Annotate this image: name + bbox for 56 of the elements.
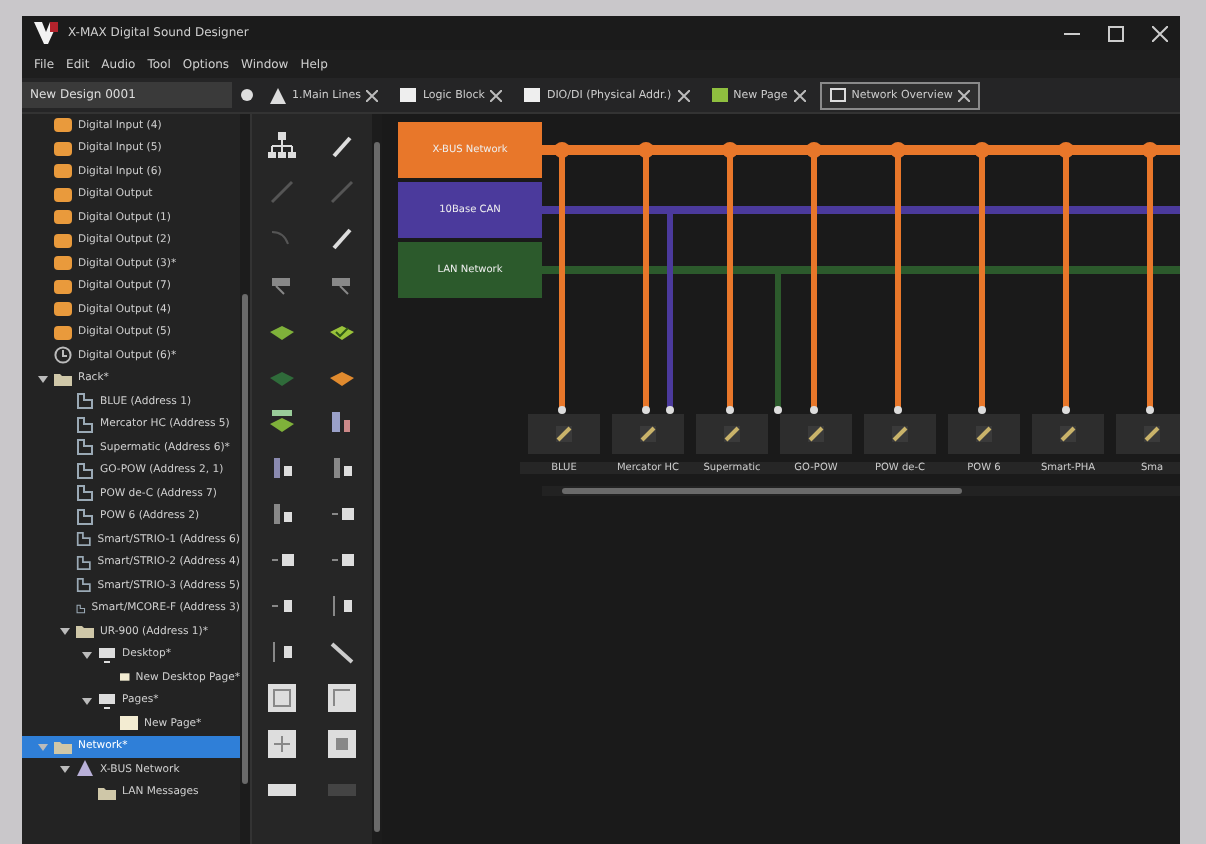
tool-icon[interactable] xyxy=(268,729,296,757)
tool-icon[interactable] xyxy=(328,407,356,435)
tool-icon[interactable] xyxy=(268,407,296,435)
close-icon[interactable] xyxy=(490,89,503,101)
device-node[interactable] xyxy=(528,414,600,454)
tool-icon[interactable] xyxy=(328,591,356,619)
device-node[interactable] xyxy=(696,414,768,454)
scrollbar[interactable] xyxy=(372,114,382,844)
expanded-caret-icon[interactable] xyxy=(82,649,92,660)
tool-icon[interactable] xyxy=(268,637,296,665)
horizontal-scrollbar[interactable] xyxy=(542,486,1180,496)
maximize-icon[interactable] xyxy=(1108,25,1124,41)
tool-icon[interactable] xyxy=(328,729,356,757)
expanded-caret-icon[interactable] xyxy=(38,373,48,384)
tool-icon[interactable] xyxy=(268,683,296,711)
monitor-icon xyxy=(98,691,116,710)
device-icon xyxy=(554,424,574,444)
folder-icon xyxy=(54,369,72,388)
device-icon xyxy=(1142,424,1162,444)
tool-icon[interactable] xyxy=(328,453,356,481)
app-logo-icon xyxy=(34,22,58,44)
tool-icon[interactable] xyxy=(268,499,296,527)
device-icon xyxy=(806,424,826,444)
folder-icon xyxy=(54,737,72,756)
device-icon xyxy=(974,424,994,444)
device-node[interactable] xyxy=(1032,414,1104,454)
tool-icon[interactable] xyxy=(268,131,296,159)
device-icon xyxy=(1058,424,1078,444)
device-node[interactable] xyxy=(1116,414,1180,454)
device-node[interactable] xyxy=(780,414,852,454)
network-icon xyxy=(76,760,94,779)
device-icon xyxy=(890,424,910,444)
device-node[interactable] xyxy=(948,414,1020,454)
expanded-caret-icon[interactable] xyxy=(60,764,70,775)
tool-icon[interactable] xyxy=(328,131,356,159)
expanded-caret-icon[interactable] xyxy=(82,695,92,706)
pin-icon[interactable] xyxy=(240,88,254,102)
close-icon[interactable] xyxy=(677,89,690,101)
tool-icon[interactable] xyxy=(328,223,356,251)
scrollbar[interactable] xyxy=(240,114,250,844)
expanded-caret-icon[interactable] xyxy=(60,626,70,637)
folder-icon xyxy=(76,622,94,641)
device-icon xyxy=(722,424,742,444)
device-icon xyxy=(638,424,658,444)
monitor-icon xyxy=(98,645,116,664)
tool-icon[interactable] xyxy=(328,683,356,711)
device-node[interactable] xyxy=(864,414,936,454)
clock-icon xyxy=(54,346,72,365)
folder-icon xyxy=(98,783,116,802)
device-node[interactable] xyxy=(612,414,684,454)
close-icon[interactable] xyxy=(958,89,971,101)
close-icon[interactable] xyxy=(1152,25,1168,41)
tool-icon[interactable] xyxy=(268,453,296,481)
close-icon[interactable] xyxy=(366,89,379,101)
tool-icon[interactable] xyxy=(328,637,356,665)
close-icon[interactable] xyxy=(793,89,806,101)
